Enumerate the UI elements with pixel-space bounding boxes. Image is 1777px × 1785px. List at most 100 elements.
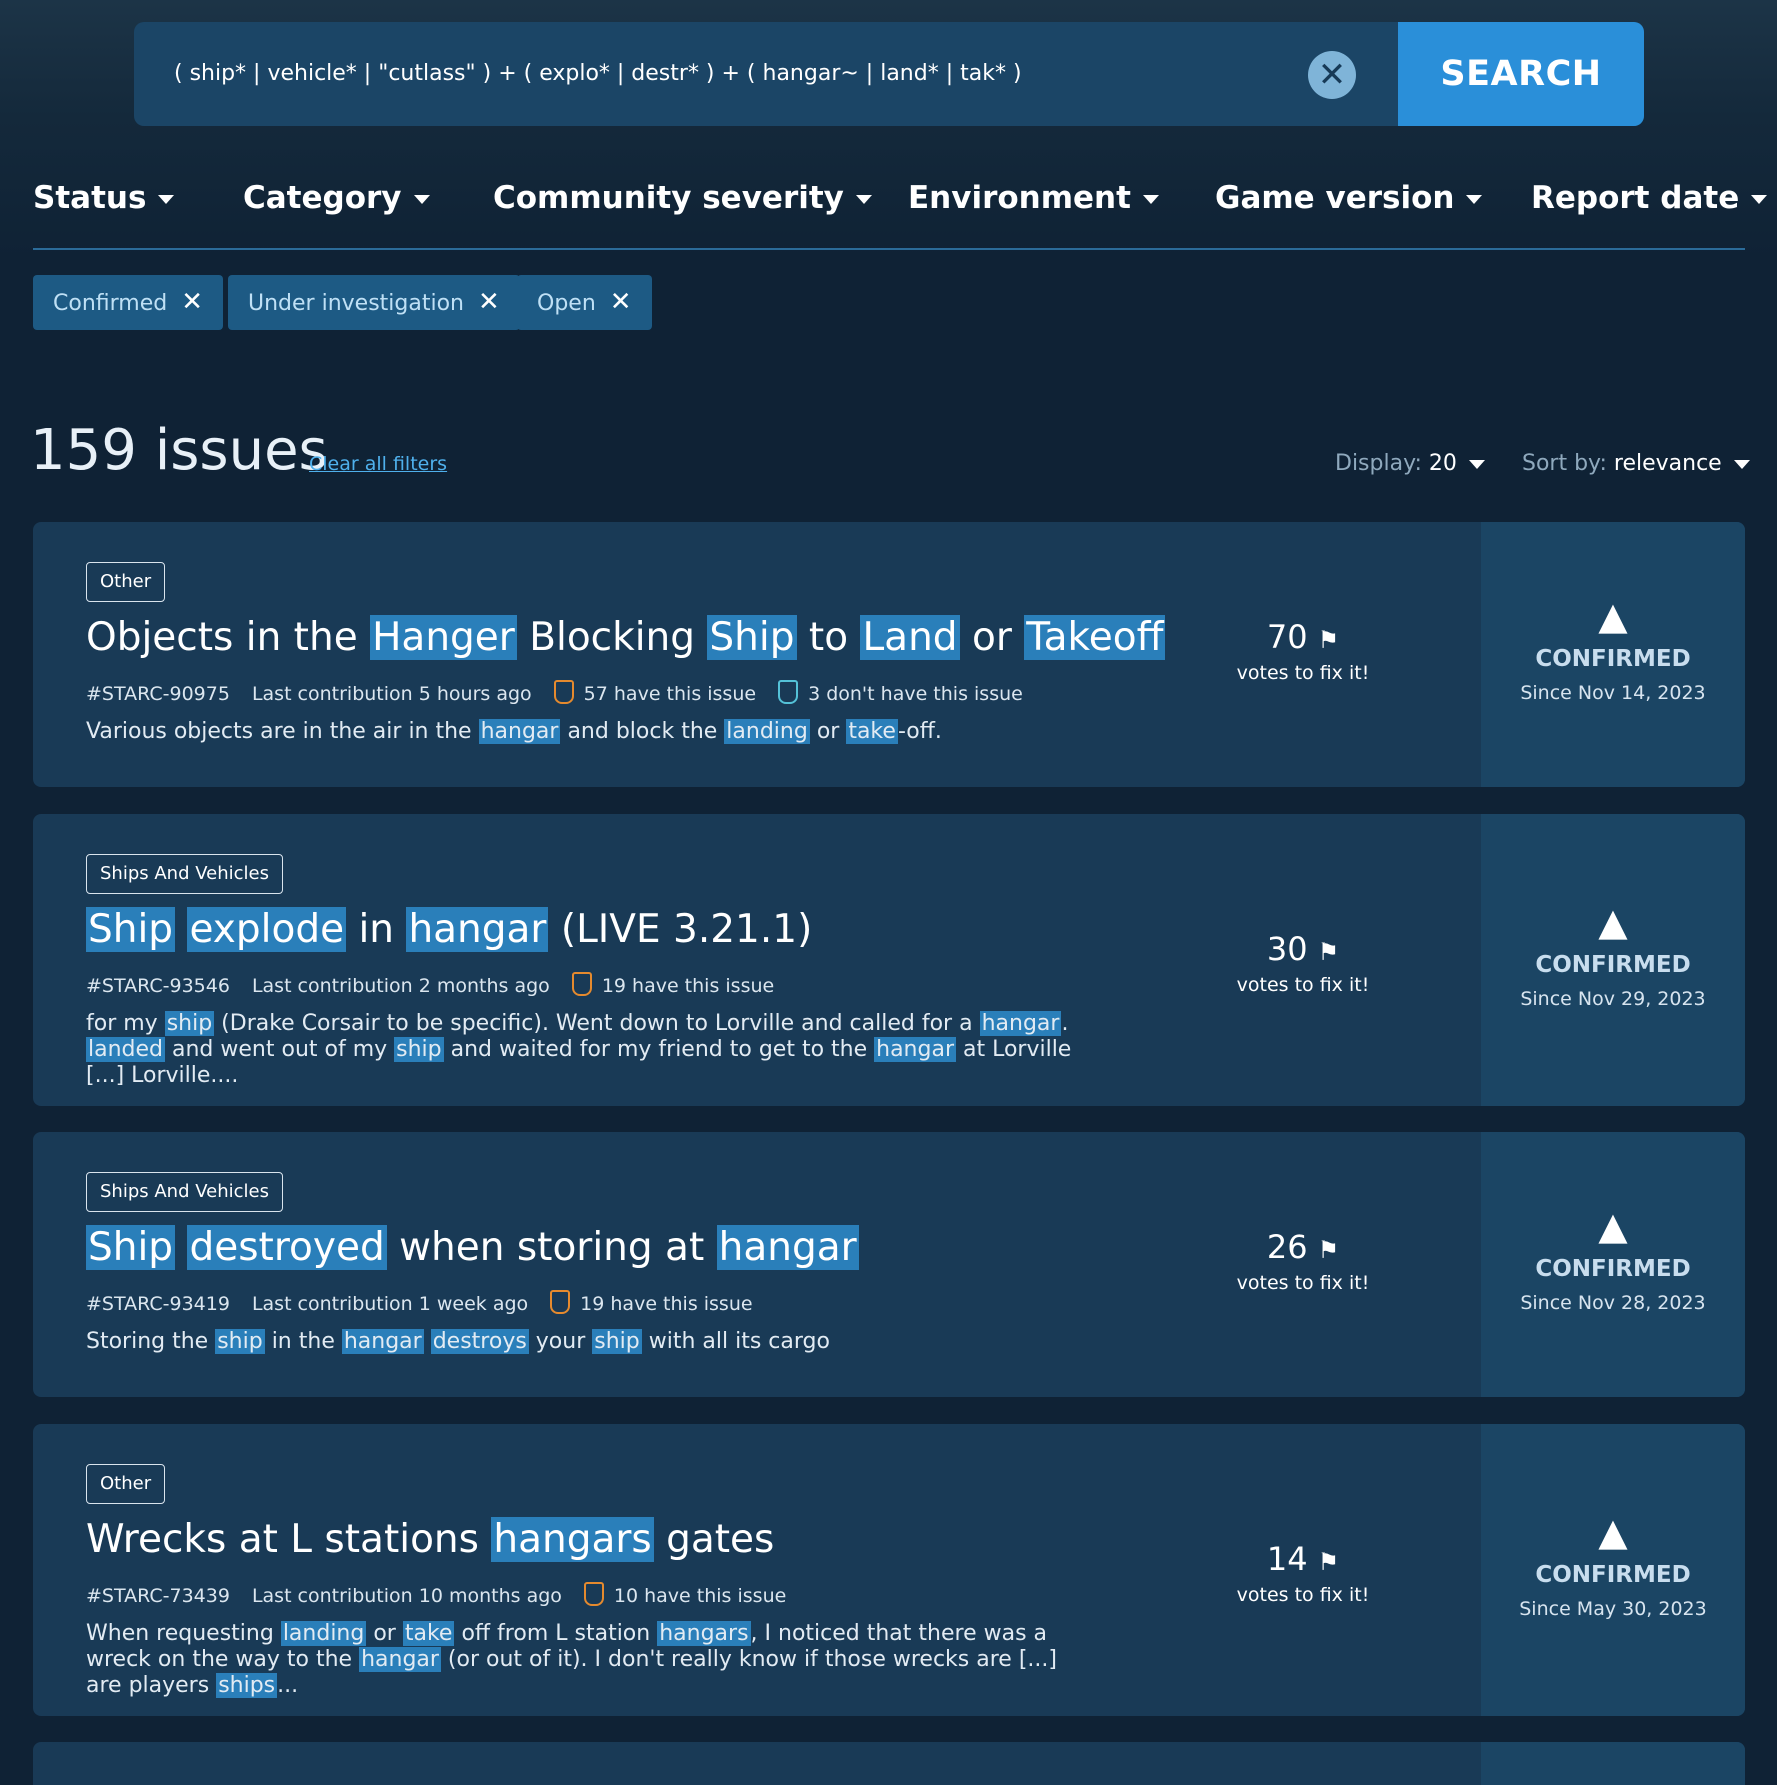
text-segment: Various objects are in the air in the (86, 719, 479, 744)
text-segment: in (346, 907, 407, 952)
text-segment: and went out of my (165, 1037, 395, 1062)
flag-icon: ⚑ (1317, 1548, 1340, 1576)
issue-main: Ships And Vehicles Ship explode in hanga… (33, 814, 1481, 1106)
display-select[interactable]: Display: 20 (1335, 451, 1485, 476)
highlighted-term: Ship (86, 907, 176, 952)
filter-game-version[interactable]: Game version (1215, 180, 1483, 216)
vote-label: votes to fix it! (1236, 974, 1370, 996)
ship-icon: ▲ (1598, 900, 1628, 944)
text-segment (175, 1225, 187, 1270)
last-contribution: Last contribution 1 week ago (251, 1292, 529, 1315)
filter-label: Category (243, 180, 402, 216)
issue-card[interactable] (33, 1742, 1745, 1785)
bug-shield-icon (571, 972, 592, 996)
status-panel (1481, 1742, 1745, 1785)
chip-confirmed[interactable]: Confirmed ✕ (33, 275, 224, 330)
text-segment: your (528, 1329, 593, 1354)
status-badge: CONFIRMED (1535, 1256, 1691, 1282)
clear-search-icon[interactable]: ✕ (1308, 51, 1356, 99)
issue-title[interactable]: Wrecks at L stations hangars gates (86, 1517, 774, 1562)
filter-label: Community severity (493, 180, 844, 216)
close-icon[interactable]: ✕ (478, 287, 500, 317)
filter-report-date[interactable]: Report date (1531, 180, 1768, 216)
issue-card[interactable]: Other Objects in the Hanger Blocking Shi… (33, 522, 1745, 787)
vote-count: 26 (1266, 1228, 1308, 1266)
check-shield-icon (778, 680, 799, 704)
vote-box[interactable]: 70 ⚑ votes to fix it! (1193, 618, 1413, 684)
highlighted-term: Ship (86, 1225, 176, 1270)
highlighted-term: Land (860, 615, 960, 660)
text-segment: to (796, 615, 861, 660)
have-issue: 10 have this issue (583, 1582, 786, 1607)
highlighted-term: Takeoff (1024, 615, 1166, 660)
highlighted-term: landing (280, 1621, 367, 1646)
bug-shield-icon (583, 1582, 604, 1606)
search-input[interactable]: ( ship* | vehicle* | "cutlass" ) + ( exp… (174, 22, 1224, 126)
search-button[interactable]: SEARCH (1398, 22, 1644, 126)
text-segment: (Drake Corsair to be specific). Went dow… (214, 1011, 980, 1036)
bug-shield-icon (553, 680, 574, 704)
ship-icon: ▲ (1598, 1510, 1628, 1554)
highlighted-term: ship (592, 1329, 642, 1354)
text-segment: or (959, 615, 1025, 660)
issue-meta: #STARC-93546 Last contribution 2 months a… (86, 972, 796, 998)
issue-title[interactable]: Ship destroyed when storing at hangar (86, 1225, 859, 1270)
issue-card[interactable]: Ships And Vehicles Ship destroyed when s… (33, 1132, 1745, 1397)
filter-environment[interactable]: Environment (908, 180, 1159, 216)
highlighted-term: landed (86, 1037, 166, 1062)
clear-all-filters-link[interactable]: Clear all filters (309, 453, 447, 475)
filter-status[interactable]: Status (33, 180, 175, 216)
filter-label: Status (33, 180, 147, 216)
filter-category[interactable]: Category (243, 180, 430, 216)
flag-icon: ⚑ (1317, 938, 1340, 966)
vote-box[interactable]: 30 ⚑ votes to fix it! (1193, 930, 1413, 996)
issue-id: #STARC-73439 (86, 1584, 230, 1607)
filter-label: Environment (908, 180, 1131, 216)
category-tag[interactable]: Other (86, 562, 166, 602)
ship-icon: ▲ (1598, 1204, 1628, 1248)
have-issue: 57 have this issue (553, 680, 757, 705)
status-since: Since May 30, 2023 (1519, 1598, 1707, 1620)
last-contribution: Last contribution 10 months ago (251, 1584, 562, 1607)
highlighted-term: hangar (874, 1037, 956, 1062)
issue-description: When requesting landing or take off from… (86, 1621, 1086, 1699)
category-tag[interactable]: Ships And Vehicles (86, 854, 283, 894)
have-count: 19 have this issue (601, 974, 775, 997)
highlighted-term: hangars (657, 1621, 751, 1646)
issue-main: Other Wrecks at L stations hangars gates… (33, 1424, 1481, 1716)
caret-down-icon (1466, 195, 1483, 204)
highlighted-term: hangar (979, 1011, 1062, 1036)
vote-box[interactable]: 14 ⚑ votes to fix it! (1193, 1540, 1413, 1606)
vote-count: 30 (1266, 930, 1308, 968)
issue-meta: #STARC-73439 Last contribution 10 months … (86, 1582, 808, 1608)
bug-shield-icon (550, 1290, 571, 1314)
issue-id: #STARC-90975 (86, 682, 230, 705)
close-icon[interactable]: ✕ (610, 287, 632, 317)
filter-community-severity[interactable]: Community severity (493, 180, 872, 216)
sort-value: relevance (1613, 451, 1722, 476)
text-segment (175, 907, 187, 952)
close-icon[interactable]: ✕ (181, 287, 203, 317)
caret-down-icon (1733, 459, 1750, 469)
issue-title[interactable]: Objects in the Hanger Blocking Ship to L… (86, 615, 1166, 660)
category-tag[interactable]: Ships And Vehicles (86, 1172, 283, 1212)
display-value: 20 (1428, 451, 1457, 476)
dont-have-count: 3 don't have this issue (808, 682, 1023, 705)
issue-card[interactable]: Other Wrecks at L stations hangars gates… (33, 1424, 1745, 1716)
sort-select[interactable]: Sort by: relevance (1522, 451, 1750, 476)
have-count: 57 have this issue (583, 682, 757, 705)
display-label: Display: (1335, 451, 1422, 476)
vote-box[interactable]: 26 ⚑ votes to fix it! (1193, 1228, 1413, 1294)
category-tag[interactable]: Other (86, 1464, 166, 1504)
chip-open[interactable]: Open ✕ (517, 275, 652, 330)
issue-card[interactable]: Ships And Vehicles Ship explode in hanga… (33, 814, 1745, 1106)
issue-main: Other Objects in the Hanger Blocking Shi… (33, 522, 1481, 787)
last-contribution: Last contribution 2 months ago (251, 974, 550, 997)
issue-title[interactable]: Ship explode in hangar (LIVE 3.21.1) (86, 907, 812, 952)
chip-under-investigation[interactable]: Under investigation ✕ (228, 275, 520, 330)
text-segment: or (366, 1621, 403, 1646)
text-segment: off from L station (454, 1621, 658, 1646)
vote-count: 70 (1266, 618, 1308, 656)
text-segment: for my (86, 1011, 165, 1036)
chip-label: Under investigation (248, 291, 464, 316)
